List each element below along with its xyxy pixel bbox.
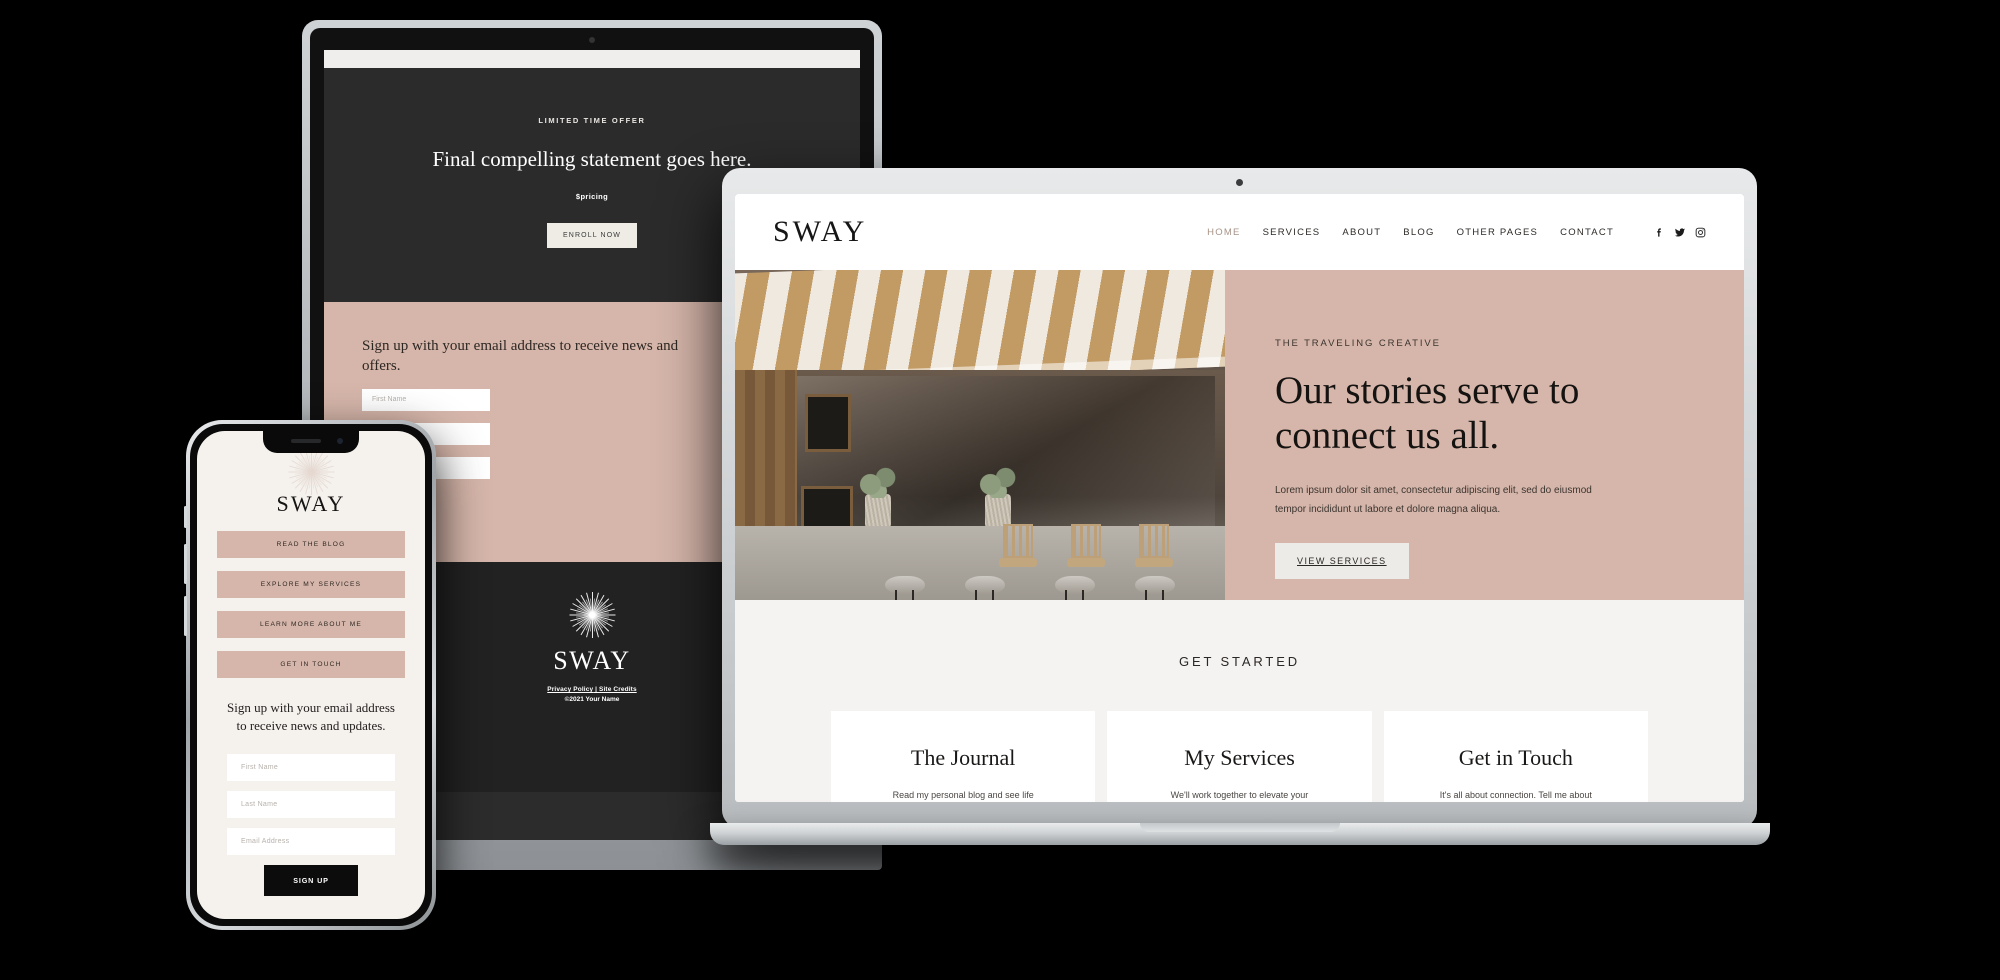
hero-copy: THE TRAVELING CREATIVE Our stories serve… [1225, 270, 1744, 600]
card-my-services[interactable]: My Services We'll work together to eleva… [1107, 711, 1372, 802]
get-started-cards: The Journal Read my personal blog and se… [735, 711, 1744, 802]
phone-volume-up-button[interactable] [184, 544, 187, 584]
phone-speaker-icon [291, 439, 321, 443]
tablet-signup-heading: Sign up with your email address to recei… [362, 338, 679, 375]
card-text: Read my personal blog and see life [892, 790, 1034, 800]
stool-graphic [885, 576, 925, 600]
phone-notch [263, 431, 359, 453]
potted-plant-graphic [859, 464, 897, 528]
nav-link-other-pages[interactable]: OTHER PAGES [1457, 227, 1539, 238]
tablet-browser-bar [324, 50, 860, 68]
shopfront-graphic [735, 370, 1225, 600]
starburst-icon [288, 449, 334, 495]
get-in-touch-button[interactable]: GET IN TOUCH [217, 651, 405, 678]
learn-more-about-me-button[interactable]: LEARN MORE ABOUT ME [217, 611, 405, 638]
awning-graphic [735, 270, 1225, 386]
phone-bezel: SWAY READ THE BLOG EXPLORE MY SERVICES L… [190, 424, 432, 926]
facebook-icon[interactable] [1654, 227, 1665, 238]
instagram-icon[interactable] [1695, 227, 1706, 238]
card-text: We'll work together to elevate your [1170, 790, 1309, 800]
view-services-button[interactable]: VIEW SERVICES [1275, 542, 1409, 579]
phone-device: SWAY READ THE BLOG EXPLORE MY SERVICES L… [184, 420, 436, 930]
social-links [1654, 227, 1706, 238]
card-the-journal[interactable]: The Journal Read my personal blog and se… [831, 711, 1096, 802]
site-header: SWAY HOME SERVICES ABOUT BLOG OTHER PAGE… [735, 194, 1744, 270]
card-title: The Journal [910, 745, 1016, 770]
nav-link-services[interactable]: SERVICES [1263, 227, 1321, 238]
hero-section: THE TRAVELING CREATIVE Our stories serve… [735, 270, 1744, 600]
nav-link-home[interactable]: HOME [1207, 227, 1240, 238]
phone-link-buttons: READ THE BLOG EXPLORE MY SERVICES LEARN … [197, 517, 425, 678]
laptop-base-notch [1140, 823, 1340, 832]
phone-camera-icon [337, 438, 343, 444]
read-the-blog-button[interactable]: READ THE BLOG [217, 531, 405, 558]
hero-heading-line2: connect us all. [1275, 413, 1500, 457]
card-get-in-touch[interactable]: Get in Touch It's all about connection. … [1383, 711, 1648, 802]
hero-heading-line1: Our stories serve to [1275, 369, 1580, 412]
phone-first-name-input[interactable]: First Name [227, 753, 395, 781]
stool-graphic [1135, 576, 1175, 600]
nav-link-blog[interactable]: BLOG [1403, 227, 1434, 238]
chair-graphic [997, 524, 1039, 588]
tablet-footer-links: Privacy Policy | Site Credits [420, 686, 764, 693]
laptop-base [710, 823, 1770, 845]
stool-graphic [1055, 576, 1095, 600]
hero-paragraph: Lorem ipsum dolor sit amet, consectetur … [1275, 484, 1592, 515]
hero-photo-cafe [735, 270, 1225, 600]
mockup-scene: LIMITED TIME OFFER Final compelling stat… [0, 0, 2000, 980]
enroll-now-button[interactable]: ENROLL NOW [546, 223, 637, 248]
privacy-policy-link[interactable]: Privacy Policy [547, 686, 593, 693]
nav-link-about[interactable]: ABOUT [1342, 227, 1381, 238]
tablet-footer-copyright: ©2021 Your Name [564, 696, 620, 703]
laptop-camera-icon [1236, 179, 1243, 186]
twitter-icon[interactable] [1674, 227, 1686, 238]
phone-sign-up-button[interactable]: SIGN UP [264, 864, 358, 896]
site-logo[interactable]: SWAY [773, 215, 867, 249]
laptop-screen: SWAY HOME SERVICES ABOUT BLOG OTHER PAGE… [735, 194, 1744, 802]
tablet-first-name-input[interactable]: First Name [362, 388, 490, 411]
get-started-title: GET STARTED [1178, 654, 1301, 669]
phone-volume-down-button[interactable] [184, 596, 187, 636]
stool-graphic [965, 576, 1005, 600]
chalkboard-sign [805, 394, 851, 452]
phone-signup-form: First Name Last Name Email Address SIGN … [197, 736, 425, 896]
phone-signup-heading: Sign up with your email address to recei… [227, 700, 395, 734]
hero-kicker: THE TRAVELING CREATIVE [1275, 338, 1441, 349]
site-credits-link[interactable]: Site Credits [599, 686, 637, 693]
nav-link-contact[interactable]: CONTACT [1560, 227, 1614, 238]
phone-email-input[interactable]: Email Address [227, 827, 395, 855]
phone-mute-switch[interactable] [184, 506, 187, 528]
starburst-icon [569, 592, 615, 638]
get-started-section: GET STARTED The Journal Read my personal… [735, 600, 1744, 802]
tablet-camera-icon [589, 37, 595, 43]
laptop-lid: SWAY HOME SERVICES ABOUT BLOG OTHER PAGE… [722, 168, 1757, 828]
main-navigation: HOME SERVICES ABOUT BLOG OTHER PAGES CON… [1207, 227, 1706, 238]
card-title: My Services [1184, 745, 1295, 770]
card-title: Get in Touch [1458, 745, 1573, 770]
phone-screen: SWAY READ THE BLOG EXPLORE MY SERVICES L… [197, 431, 425, 919]
tablet-footer-logo: SWAY [553, 646, 631, 675]
website-viewport: SWAY HOME SERVICES ABOUT BLOG OTHER PAGE… [735, 194, 1744, 802]
potted-plant-graphic [979, 464, 1017, 528]
hero-heading: Our stories serve to connect us all. [1275, 369, 1694, 459]
phone-last-name-input[interactable]: Last Name [227, 790, 395, 818]
explore-my-services-button[interactable]: EXPLORE MY SERVICES [217, 571, 405, 598]
tablet-cta-kicker: LIMITED TIME OFFER [538, 116, 646, 125]
card-text: It's all about connection. Tell me about [1439, 790, 1592, 800]
phone-frame: SWAY READ THE BLOG EXPLORE MY SERVICES L… [184, 420, 436, 930]
laptop-device: SWAY HOME SERVICES ABOUT BLOG OTHER PAGE… [710, 168, 1782, 888]
tablet-footer-main: SWAY Privacy Policy | Site Credits ©2021… [420, 562, 764, 792]
